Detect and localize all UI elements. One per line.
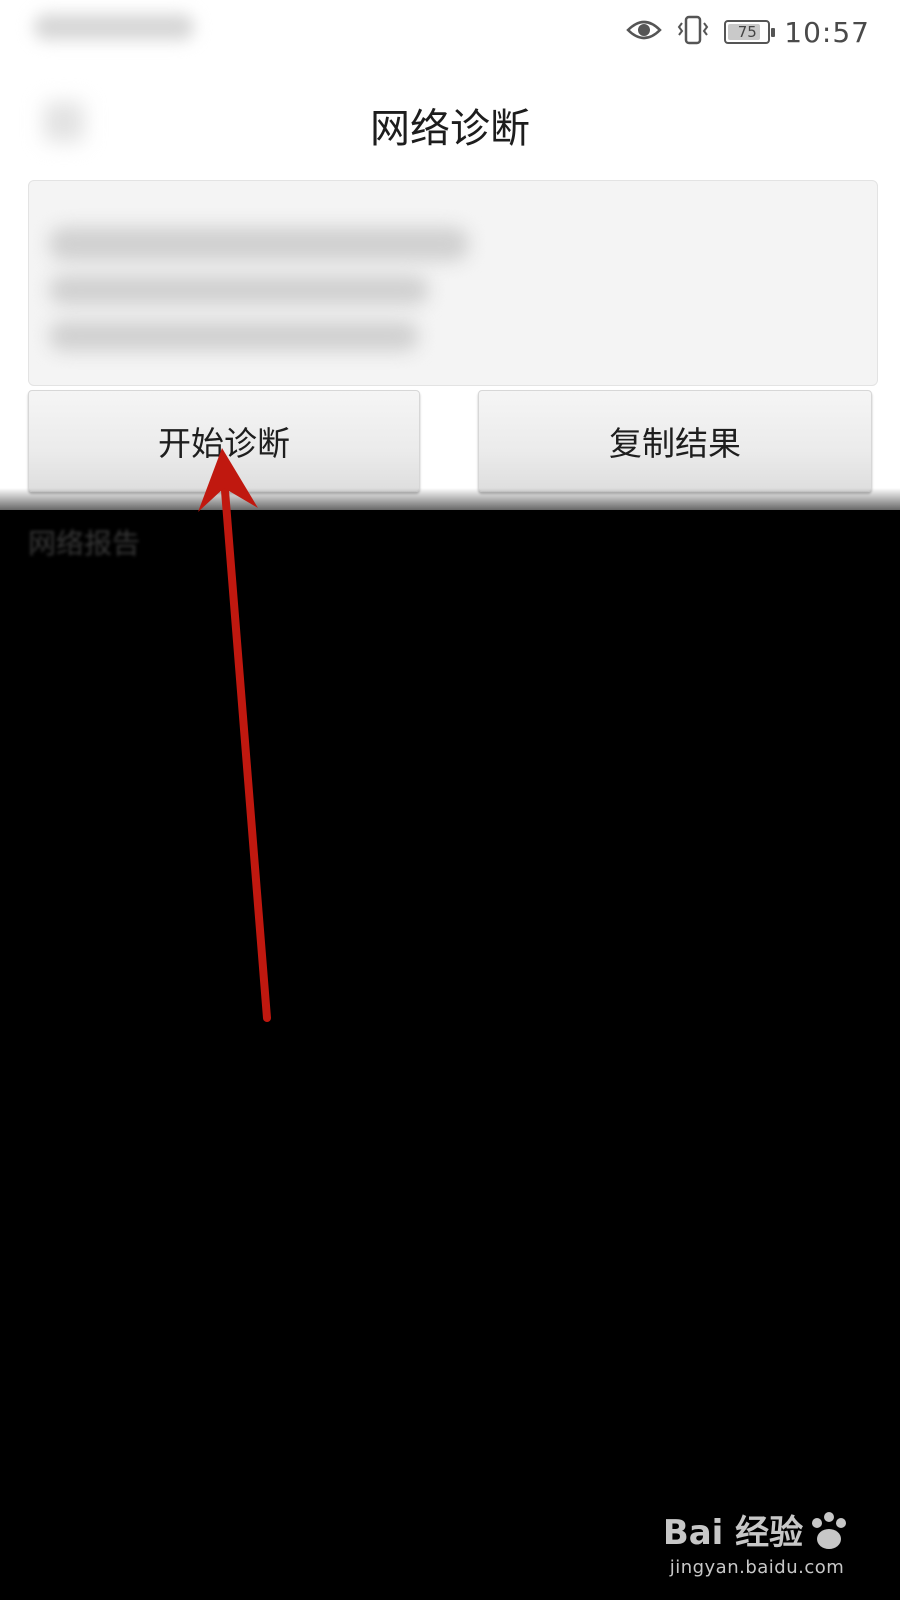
page-title: 网络诊断	[370, 106, 530, 152]
app-screen: 75 10:57 网络诊断 开始诊断 复制结果	[0, 0, 900, 510]
blurred-result-line	[49, 321, 419, 351]
watermark-url: jingyan.baidu.com	[669, 1557, 845, 1578]
app-header: 网络诊断	[0, 80, 900, 165]
eye-icon	[626, 18, 663, 46]
status-icons: 75 10:57	[626, 10, 870, 54]
start-diagnosis-button[interactable]: 开始诊断	[28, 390, 420, 492]
back-button[interactable]	[44, 102, 84, 142]
blurred-result-line	[49, 275, 429, 305]
battery-icon: 75	[724, 20, 776, 44]
copy-results-button[interactable]: 复制结果	[478, 390, 872, 492]
blurred-result-line	[49, 227, 469, 261]
baidu-jingyan-watermark: Bai 经验 jingyan.baidu.com	[662, 1509, 852, 1578]
faded-label: 网络报告	[28, 527, 141, 560]
status-bar: 75 10:57	[0, 0, 900, 62]
vibrate-icon	[676, 15, 710, 49]
battery-level: 75	[737, 23, 757, 41]
watermark-brand-text: Bai 经验	[662, 1513, 804, 1553]
paw-icon	[812, 1512, 847, 1549]
watermark-logo: Bai 经验	[662, 1509, 852, 1553]
status-time: 10:57	[784, 15, 870, 49]
blurred-status-info	[34, 14, 194, 40]
diagnosis-result-area	[28, 180, 878, 386]
